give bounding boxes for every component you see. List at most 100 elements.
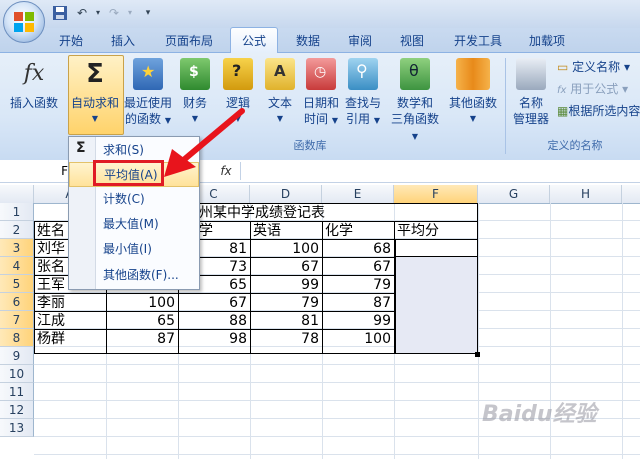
- column-header-g[interactable]: G: [478, 185, 550, 203]
- table-border: [477, 203, 478, 354]
- autosum-label: 自动求和: [70, 96, 119, 110]
- score-cell: 100: [148, 295, 175, 311]
- row-header[interactable]: 6: [0, 293, 34, 311]
- row-header[interactable]: 5: [0, 275, 34, 293]
- book-money-icon: $: [180, 58, 210, 90]
- score-cell: 87: [373, 295, 391, 311]
- menu-item-min[interactable]: 最小值(I): [69, 237, 199, 262]
- table-border: [394, 221, 395, 354]
- datetime-label-1: 日期和: [302, 96, 339, 110]
- formula-input[interactable]: [240, 162, 639, 180]
- tab-data[interactable]: 数据: [288, 30, 328, 52]
- lookup-label-2: 引用: [346, 112, 371, 126]
- books-icon: [456, 58, 490, 90]
- table-border: [34, 353, 478, 354]
- name-manager-label-2: 管理器: [512, 112, 549, 126]
- tab-review[interactable]: 审阅: [340, 30, 380, 52]
- office-button[interactable]: [3, 1, 45, 43]
- menu-item-count[interactable]: 计数(C): [69, 187, 199, 212]
- score-cell: 99: [301, 277, 319, 293]
- more-functions-button[interactable]: 其他函数 ▼: [446, 58, 500, 127]
- name-manager-label-1: 名称: [518, 96, 543, 110]
- row-header[interactable]: 1: [0, 203, 34, 221]
- score-cell: 100: [364, 331, 391, 347]
- header-c-cell: 学: [199, 223, 213, 239]
- column-header-e[interactable]: E: [322, 185, 394, 203]
- tab-home[interactable]: 开始: [52, 30, 90, 52]
- use-in-formula-button[interactable]: fx 用于公式 ▾: [557, 80, 628, 100]
- name-cell: 江成: [37, 313, 65, 329]
- row-header[interactable]: 10: [0, 365, 34, 383]
- lookup-button[interactable]: ⚲ 查找与 引用 ▼: [342, 58, 384, 129]
- score-cell: 65: [157, 313, 175, 329]
- name-cell: 李丽: [37, 295, 65, 311]
- text-button[interactable]: A 文本 ▼: [262, 58, 298, 127]
- tab-view[interactable]: 视图: [392, 30, 432, 52]
- book-star-icon: ★: [133, 58, 163, 90]
- tab-addins[interactable]: 加载项: [522, 30, 572, 52]
- fx-icon: fx: [23, 61, 45, 86]
- score-cell: 100: [292, 241, 319, 257]
- score-cell: 81: [301, 313, 319, 329]
- menu-item-more-functions[interactable]: 其他函数(F)...: [69, 263, 199, 288]
- score-cell: 98: [229, 331, 247, 347]
- score-cell: 67: [229, 295, 247, 311]
- tab-insert[interactable]: 插入: [104, 30, 142, 52]
- row-header[interactable]: 4: [0, 257, 34, 275]
- book-clock-icon: ◷: [306, 58, 336, 90]
- math-trig-button[interactable]: θ 数学和 三角函数 ▼: [390, 58, 440, 145]
- book-question-icon: ?: [223, 58, 253, 90]
- header-chemistry-cell: 化学: [325, 223, 353, 239]
- create-from-selection-button[interactable]: ▦根据所选内容: [557, 102, 640, 120]
- tab-page-layout[interactable]: 页面布局: [158, 30, 220, 52]
- define-name-button[interactable]: ▭ 定义名称 ▾: [557, 58, 630, 76]
- row-header[interactable]: 2: [0, 221, 34, 239]
- score-cell: 67: [373, 259, 391, 275]
- score-cell: 88: [229, 313, 247, 329]
- row-header[interactable]: 9: [0, 347, 34, 365]
- insert-function-label: 插入函数: [9, 96, 58, 110]
- active-cell[interactable]: [395, 239, 478, 257]
- header-english-cell: 英语: [253, 223, 281, 239]
- row-header[interactable]: 8: [0, 329, 34, 347]
- red-arrow-icon: [164, 108, 245, 177]
- score-cell: 79: [373, 277, 391, 293]
- book-search-icon: ⚲: [348, 58, 378, 90]
- math-label-1: 数学和: [396, 96, 433, 110]
- tab-formulas[interactable]: 公式: [230, 27, 278, 54]
- tab-developer[interactable]: 开发工具: [446, 30, 510, 52]
- lookup-label-1: 查找与: [344, 96, 381, 110]
- select-all-corner[interactable]: [0, 185, 34, 203]
- sheet-title-cell: 州某中学成绩登记表: [199, 205, 325, 221]
- column-header-h[interactable]: H: [550, 185, 622, 203]
- text-label: 文本: [267, 96, 292, 110]
- customize-toolbar-icon[interactable]: ▾: [140, 5, 156, 21]
- row-header[interactable]: 7: [0, 311, 34, 329]
- row-header[interactable]: 3: [0, 239, 34, 257]
- grid-vline: [478, 203, 479, 459]
- row-header[interactable]: 11: [0, 383, 34, 401]
- office-logo-icon: [14, 12, 34, 32]
- datetime-button[interactable]: ◷ 日期和 时间 ▼: [301, 58, 341, 129]
- menu-item-max[interactable]: 最大值(M): [69, 212, 199, 237]
- header-average-cell: 平均分: [397, 223, 439, 239]
- save-icon[interactable]: [52, 5, 68, 21]
- redo-dropdown-icon[interactable]: ▾: [122, 5, 138, 21]
- undo-icon[interactable]: ↶: [74, 5, 90, 21]
- row-header[interactable]: 12: [0, 401, 34, 419]
- baidu-watermark: Baidu经验: [482, 402, 597, 427]
- grid-vline: [622, 203, 623, 459]
- score-cell: 87: [157, 331, 175, 347]
- name-cell: 杨群: [37, 331, 65, 347]
- redo-icon[interactable]: ↷: [106, 5, 122, 21]
- score-cell: 78: [301, 331, 319, 347]
- insert-function-button[interactable]: fx 插入函数: [6, 58, 62, 111]
- row-header[interactable]: 13: [0, 419, 34, 437]
- autosum-button[interactable]: Σ 自动求和 ▼: [68, 58, 122, 127]
- math-label-2: 三角函数: [390, 112, 439, 126]
- undo-dropdown-icon[interactable]: ▾: [90, 5, 106, 21]
- defined-names-group-label: 定义的名称: [547, 139, 603, 152]
- name-manager-button[interactable]: 名称 管理器: [508, 58, 554, 127]
- column-header-f[interactable]: F: [394, 185, 478, 203]
- column-header-d[interactable]: D: [250, 185, 322, 203]
